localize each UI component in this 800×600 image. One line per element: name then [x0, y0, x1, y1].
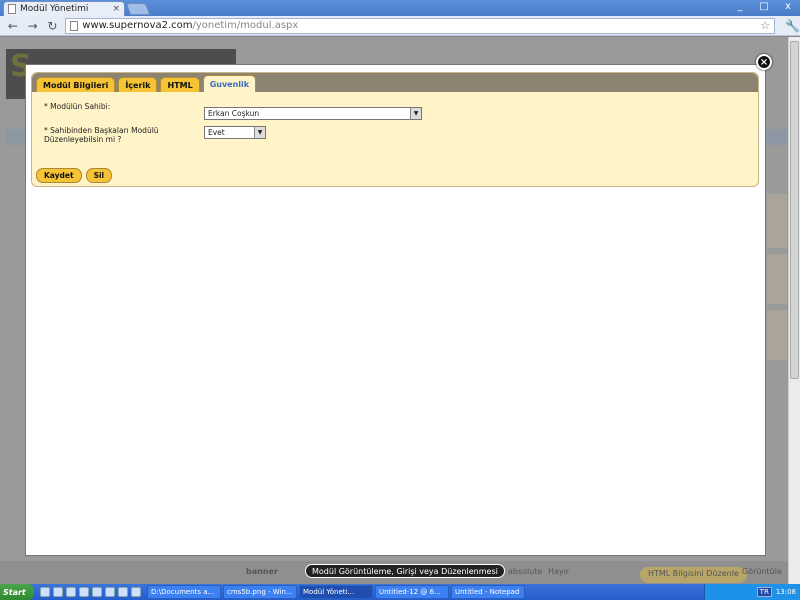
- star-icon[interactable]: ☆: [760, 19, 770, 32]
- chevron-down-icon: ▼: [254, 127, 265, 138]
- delete-button[interactable]: Sil: [85, 168, 113, 183]
- background-panel: [766, 193, 788, 249]
- address-bar[interactable]: www.supernova2.com/yonetim/modul.aspx ☆: [65, 17, 776, 34]
- tab-title: Modül Yönetimi: [20, 4, 89, 14]
- background-link: Görüntüle: [742, 567, 782, 576]
- close-window-button[interactable]: x: [780, 1, 796, 12]
- minimize-button[interactable]: _: [732, 1, 748, 12]
- browser-titlebar: Modül Yönetimi × _ □ x: [0, 0, 800, 16]
- security-form: * Modülün Sahibi: Erkan Coşkun ▼ * Sahib…: [32, 92, 758, 160]
- window-controls: _ □ x: [732, 1, 796, 12]
- vertical-scrollbar[interactable]: [788, 37, 800, 585]
- quick-launch-icon[interactable]: [105, 587, 115, 597]
- background-cell: Hayır: [548, 567, 570, 576]
- owner-label: * Modülün Sahibi:: [44, 102, 111, 111]
- owner-select[interactable]: Erkan Coşkun ▼: [204, 107, 422, 120]
- system-tray: TR 13:08: [704, 584, 800, 600]
- url-host: www.supernova2.com: [82, 20, 193, 31]
- start-button[interactable]: Start: [0, 584, 34, 600]
- quick-launch-icon[interactable]: [53, 587, 63, 597]
- background-panel: [766, 309, 788, 361]
- tab-content[interactable]: İçerik: [118, 77, 158, 92]
- others-edit-value: Evet: [208, 128, 225, 137]
- quick-launch-icon[interactable]: [79, 587, 89, 597]
- quick-launch-icon[interactable]: [40, 587, 50, 597]
- browser-tab[interactable]: Modül Yönetimi ×: [3, 1, 125, 16]
- background-button: HTML Bilgisini Düzenle: [640, 567, 747, 583]
- forward-arrow-icon[interactable]: →: [26, 19, 40, 33]
- back-arrow-icon[interactable]: ←: [6, 19, 20, 33]
- maximize-button[interactable]: □: [756, 1, 772, 12]
- browser-toolbar: ← → ↻ www.supernova2.com/yonetim/modul.a…: [0, 16, 800, 36]
- quick-launch: [34, 587, 141, 597]
- save-button[interactable]: Kaydet: [36, 168, 82, 183]
- quick-launch-icon[interactable]: [118, 587, 128, 597]
- tab-security[interactable]: Guvenlik: [202, 75, 257, 92]
- quick-launch-icon[interactable]: [92, 587, 102, 597]
- language-indicator[interactable]: TR: [756, 587, 772, 597]
- scrollbar-thumb[interactable]: [790, 41, 799, 379]
- page-icon: [8, 4, 16, 14]
- others-edit-select[interactable]: Evet ▼: [204, 126, 266, 139]
- background-cell: banner: [246, 567, 278, 576]
- quick-launch-icon[interactable]: [131, 587, 141, 597]
- taskbar-item[interactable]: Modül Yöneti...: [299, 585, 373, 599]
- windows-taskbar: Start D:\Documents a... cms5b.png - Win.…: [0, 584, 800, 600]
- clock[interactable]: 13:08: [776, 588, 796, 596]
- owner-value: Erkan Coşkun: [208, 109, 260, 118]
- others-edit-label: * Sahibinden Başkaları Modülü Düzenleyeb…: [44, 126, 159, 144]
- new-tab-button[interactable]: [125, 3, 151, 15]
- background-cell: absolute: [508, 567, 543, 576]
- background-panel: [766, 253, 788, 305]
- close-icon[interactable]: ×: [112, 4, 120, 14]
- chevron-down-icon: ▼: [410, 108, 421, 119]
- url-path: /yonetim/modul.aspx: [192, 20, 299, 31]
- page-icon: [70, 20, 79, 31]
- taskbar-item[interactable]: D:\Documents a...: [147, 585, 221, 599]
- form-actions: Kaydet Sil: [36, 168, 113, 183]
- tab-module-info[interactable]: Modül Bilgileri: [36, 77, 116, 92]
- modal-close-icon[interactable]: ×: [756, 54, 772, 70]
- taskbar-item[interactable]: Untitled-12 @ 6...: [375, 585, 449, 599]
- tooltip: Modül Görüntüleme, Girişi veya Düzenlenm…: [305, 564, 505, 578]
- wrench-icon[interactable]: 🔧: [785, 19, 800, 33]
- tab-bar: Modül Bilgileri İçerik HTML Guvenlik: [32, 73, 758, 92]
- taskbar-item[interactable]: cms5b.png - Win...: [223, 585, 297, 599]
- task-buttons: D:\Documents a... cms5b.png - Win... Mod…: [141, 585, 525, 599]
- taskbar-item[interactable]: Untitled - Notepad: [451, 585, 525, 599]
- owner-row: * Modülün Sahibi: Erkan Coşkun ▼: [44, 102, 746, 126]
- reload-icon[interactable]: ↻: [46, 19, 60, 33]
- others-edit-row: * Sahibinden Başkaları Modülü Düzenleyeb…: [44, 126, 746, 150]
- quick-launch-icon[interactable]: [66, 587, 76, 597]
- tab-html[interactable]: HTML: [160, 77, 200, 92]
- module-tabs-panel: Modül Bilgileri İçerik HTML Guvenlik * M…: [31, 72, 759, 187]
